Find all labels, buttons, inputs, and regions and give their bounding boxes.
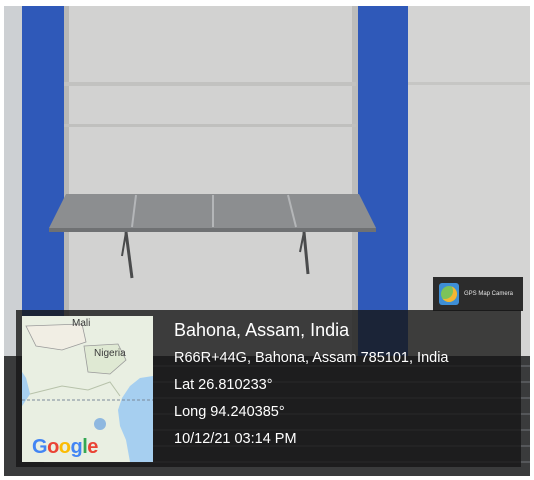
address-line: R66R+44G, Bahona, Assam 785101, India [174,350,449,366]
longitude: Long 94.240385° [174,404,285,420]
gps-camera-badge: GPS Map Camera [433,277,523,311]
gps-camera-logo-text: GPS Map Camera [464,291,514,297]
location-stamp: Mali Nigeria Google Bahona, Assam, India… [16,310,521,467]
google-logo: Google [32,436,98,458]
wall-seam [64,124,356,127]
timestamp: 10/12/21 03:14 PM [174,431,297,447]
map-label-mali: Mali [72,318,91,329]
photo-frame: GPS Map Camera Mali Nigeria Google Bahon… [0,0,534,480]
wall-seam [64,82,356,86]
map-label-nigeria: Nigeria [94,348,126,359]
gps-map-camera-icon [439,283,459,305]
place-name: Bahona, Assam, India [174,320,350,340]
map-thumbnail: Mali Nigeria Google [22,316,153,462]
latitude: Lat 26.810233° [174,377,273,393]
solar-panel-edge [49,228,376,232]
location-info: Bahona, Assam, India R66R+44G, Bahona, A… [174,318,448,450]
wall-seam [408,82,530,85]
